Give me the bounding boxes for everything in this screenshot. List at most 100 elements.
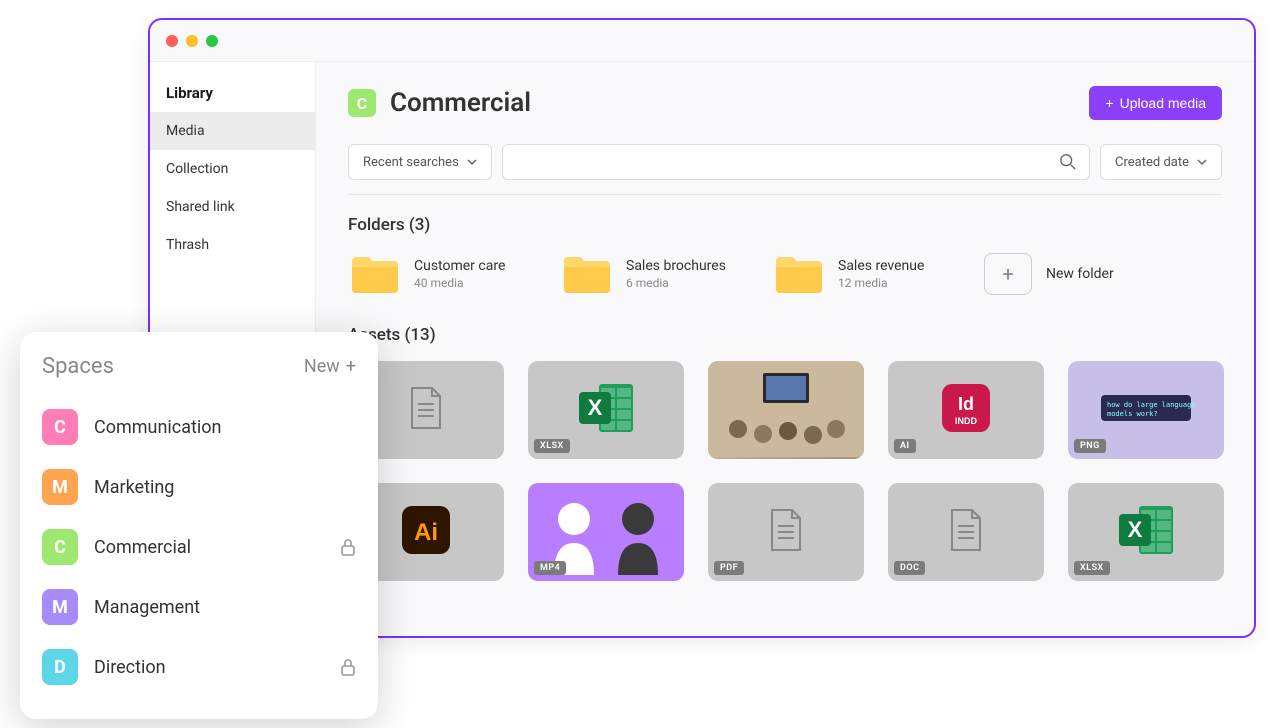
asset-filetype-tag: DOC	[894, 561, 925, 575]
space-name: Direction	[94, 657, 324, 678]
asset-filetype-tag: PDF	[714, 561, 744, 575]
asset-thumbnail	[768, 508, 804, 556]
page-badge: C	[348, 89, 376, 117]
sort-label: Created date	[1115, 155, 1189, 170]
upload-label: Upload media	[1120, 95, 1206, 111]
asset-thumbnail: X	[575, 380, 637, 440]
space-item-communication[interactable]: C Communication	[42, 397, 356, 457]
space-badge: C	[42, 409, 78, 445]
plus-icon: +	[1105, 95, 1113, 111]
space-item-direction[interactable]: D Direction	[42, 637, 356, 697]
svg-text:X: X	[588, 395, 603, 420]
folder-count: 6 media	[626, 276, 726, 290]
asset-filetype-tag: PNG	[1074, 439, 1106, 453]
asset-card[interactable]: MP4	[528, 483, 684, 581]
space-badge: C	[42, 529, 78, 565]
asset-card[interactable]: DOC	[888, 483, 1044, 581]
sidebar-item-shared-link[interactable]: Shared link	[150, 188, 315, 226]
folder-info: Sales revenue 12 media	[838, 258, 924, 290]
asset-card[interactable]	[708, 361, 864, 459]
space-name: Communication	[94, 417, 356, 438]
plus-icon: +	[346, 356, 356, 377]
new-space-button[interactable]: New +	[304, 356, 356, 377]
folder-count: 12 media	[838, 276, 924, 290]
upload-media-button[interactable]: + Upload media	[1089, 86, 1222, 120]
new-space-label: New	[304, 356, 340, 377]
folders-row: Customer care 40 media Sales brochures 6 me…	[348, 251, 1222, 297]
titlebar	[150, 20, 1254, 62]
space-name: Commercial	[94, 537, 324, 558]
asset-thumbnail: Ai	[400, 504, 452, 560]
sort-dropdown[interactable]: Created date	[1100, 144, 1222, 180]
folder-icon	[560, 251, 614, 297]
folder-item[interactable]: Sales revenue 12 media	[772, 251, 952, 297]
asset-card[interactable]: how do large languagemodels work? PNG	[1068, 361, 1224, 459]
folder-item[interactable]: Customer care 40 media	[348, 251, 528, 297]
svg-text:how do large language: how do large language	[1107, 401, 1196, 409]
assets-grid: XXLSXIdINDDAIhow do large languagemodels…	[348, 361, 1222, 581]
asset-thumbnail: how do large languagemodels work?	[1091, 383, 1201, 437]
page-header: C Commercial + Upload media	[348, 86, 1222, 120]
asset-thumbnail	[408, 386, 444, 434]
folder-info: Sales brochures 6 media	[626, 258, 726, 290]
assets-section-title: Assets (13)	[348, 325, 1222, 345]
close-window-button[interactable]	[166, 35, 178, 47]
new-folder-label: New folder	[1046, 266, 1114, 282]
folder-info: Customer care 40 media	[414, 258, 505, 290]
spaces-header: Spaces New +	[42, 354, 356, 379]
folder-item[interactable]: Sales brochures 6 media	[560, 251, 740, 297]
recent-searches-dropdown[interactable]: Recent searches	[348, 144, 492, 180]
asset-card[interactable]: XXLSX	[528, 361, 684, 459]
page-title-group: C Commercial	[348, 88, 531, 118]
lock-icon	[340, 658, 356, 676]
asset-thumbnail	[708, 361, 864, 459]
asset-thumbnail	[948, 508, 984, 556]
space-badge: M	[42, 589, 78, 625]
folders-section-title: Folders (3)	[348, 215, 1222, 235]
folder-name: Sales brochures	[626, 258, 726, 274]
sidebar-title: Library	[150, 74, 315, 112]
space-name: Management	[94, 597, 356, 618]
search-icon[interactable]	[1059, 153, 1077, 171]
spaces-popup: Spaces New + C Communication M Marketing C Co…	[20, 332, 378, 719]
svg-text:Id: Id	[958, 394, 974, 414]
sidebar-item-media[interactable]: Media	[150, 112, 315, 150]
plus-icon: +	[984, 253, 1032, 295]
space-item-commercial[interactable]: C Commercial	[42, 517, 356, 577]
divider	[348, 194, 1222, 195]
sidebar-item-collection[interactable]: Collection	[150, 150, 315, 188]
folder-icon	[348, 251, 402, 297]
folder-icon	[772, 251, 826, 297]
search-box	[502, 144, 1090, 180]
svg-text:models work?: models work?	[1107, 410, 1158, 418]
maximize-window-button[interactable]	[206, 35, 218, 47]
chevron-down-icon	[467, 157, 477, 167]
new-folder-button[interactable]: + New folder	[984, 253, 1114, 295]
main-content: C Commercial + Upload media Recent searc…	[316, 62, 1254, 636]
chevron-down-icon	[1197, 157, 1207, 167]
recent-searches-label: Recent searches	[363, 155, 459, 170]
search-input[interactable]	[515, 145, 1059, 179]
folder-name: Sales revenue	[838, 258, 924, 274]
space-item-marketing[interactable]: M Marketing	[42, 457, 356, 517]
asset-card[interactable]: PDF	[708, 483, 864, 581]
space-badge: D	[42, 649, 78, 685]
asset-thumbnail: X	[1115, 502, 1177, 562]
asset-card[interactable]: Id INDD AI	[888, 361, 1044, 459]
asset-card[interactable]: X XLSX	[1068, 483, 1224, 581]
svg-text:INDD: INDD	[955, 416, 977, 426]
folder-count: 40 media	[414, 276, 505, 290]
svg-text:X: X	[1128, 517, 1143, 542]
sidebar-item-thrash[interactable]: Thrash	[150, 226, 315, 264]
minimize-window-button[interactable]	[186, 35, 198, 47]
asset-filetype-tag: AI	[894, 439, 916, 453]
folder-name: Customer care	[414, 258, 505, 274]
asset-filetype-tag: XLSX	[1074, 561, 1110, 575]
asset-filetype-tag: MP4	[534, 561, 566, 575]
search-row: Recent searches Created date	[348, 144, 1222, 180]
space-badge: M	[42, 469, 78, 505]
page-title: Commercial	[390, 88, 531, 118]
space-item-management[interactable]: M Management	[42, 577, 356, 637]
lock-icon	[340, 538, 356, 556]
space-name: Marketing	[94, 477, 356, 498]
